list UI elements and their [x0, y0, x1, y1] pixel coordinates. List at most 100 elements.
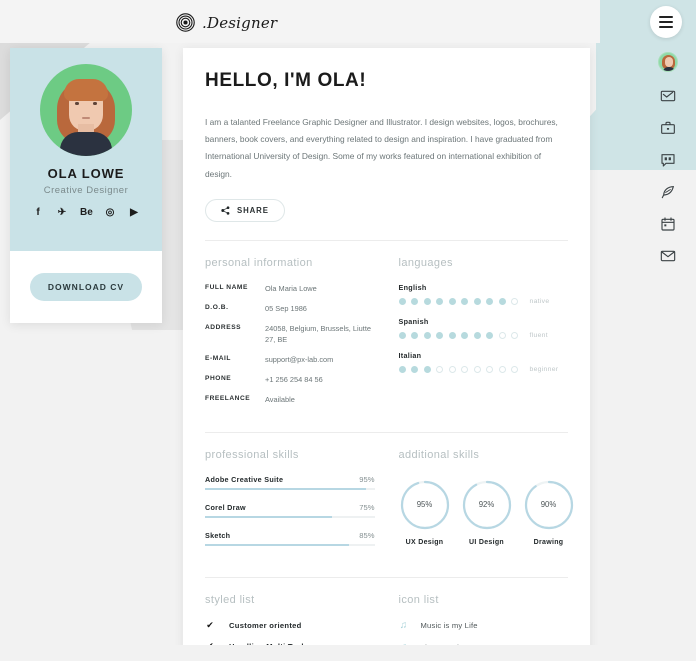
rating-dot	[511, 297, 518, 305]
profile-name: OLA LOWE	[47, 166, 125, 181]
rating-dot	[486, 331, 493, 339]
rating-dot	[423, 331, 431, 339]
avatar	[40, 64, 132, 156]
row-info-languages: personal information FULL NAME Ola Maria…	[205, 241, 568, 414]
envelope-check-icon[interactable]	[660, 88, 676, 104]
languages-section: languages English native Spanish fluent Ital…	[398, 256, 569, 414]
row-skills: professional skills Adobe Creative Suite…	[205, 433, 573, 559]
ring-label: UI Design	[469, 538, 504, 546]
social-links: f ✈ Be ◎ ▶	[10, 208, 162, 218]
list-item-label: Music is my Life	[420, 620, 478, 630]
ring-skill-item: 92% UI Design	[461, 479, 513, 546]
list-item: ♫ Music is my Life	[399, 620, 569, 631]
rating-dot	[498, 365, 506, 373]
profile-card-top: OLA LOWE Creative Designer f ✈ Be ◎ ▶	[10, 48, 162, 251]
ring-percent: 90%	[540, 500, 557, 510]
section-title-languages: languages	[398, 256, 453, 269]
info-row: FREELANCE Available	[205, 394, 375, 406]
language-level: beginner	[529, 365, 559, 373]
feather-pen-icon[interactable]	[660, 184, 676, 200]
language-name: Spanish	[398, 316, 429, 326]
section-title-icon-list: icon list	[398, 593, 439, 606]
skill-bar-track	[205, 543, 375, 546]
info-row: E-MAIL support@px-lab.com	[205, 354, 375, 366]
info-value: 05 Sep 1986	[265, 303, 307, 313]
section-title-personal-information: personal information	[205, 256, 313, 269]
language-name: English	[398, 282, 427, 292]
logo[interactable]: .Designer	[176, 13, 277, 32]
skill-name: Corel Draw	[205, 502, 246, 512]
site-header: .Designer	[0, 0, 696, 43]
skill-bar-fill	[205, 487, 367, 490]
skill-name: Sketch	[205, 530, 231, 540]
user-avatar-icon[interactable]	[658, 52, 678, 72]
info-label: D.O.B.	[205, 303, 229, 311]
personal-information-section: personal information FULL NAME Ola Maria…	[205, 257, 375, 414]
rating-dot	[423, 365, 431, 373]
facebook-icon[interactable]: f	[32, 208, 44, 218]
rating-dot	[511, 331, 518, 339]
section-title-professional-skills: professional skills	[205, 448, 299, 461]
skill-name: Adobe Creative Suite	[205, 474, 284, 484]
rating-dot	[411, 297, 418, 305]
music-note-icon: ♫	[399, 619, 408, 631]
section-title-additional-skills: additional skills	[398, 448, 480, 461]
page-bottom-strip	[0, 645, 696, 661]
info-label: E-MAIL	[205, 355, 232, 363]
youtube-icon[interactable]: ▶	[128, 208, 140, 218]
rating-dot	[498, 331, 506, 339]
ring-percent: 95%	[416, 500, 433, 510]
rating-dot	[436, 331, 443, 339]
ring-skill-item: 90% Drawing	[523, 479, 575, 546]
ring-percent: 92%	[478, 500, 495, 510]
progress-ring: 95%	[399, 479, 451, 531]
language-rating: beginner	[398, 365, 569, 373]
behance-icon[interactable]: Be	[80, 208, 93, 218]
rating-dot	[398, 365, 406, 373]
rating-dot	[498, 297, 506, 305]
main-content-sheet: HELLO, I'M OLA! I am a talanted Freelanc…	[183, 48, 590, 660]
info-label: PHONE	[205, 375, 232, 383]
rating-dot	[448, 331, 456, 339]
rating-dot	[423, 297, 431, 305]
skill-percent: 85%	[359, 530, 375, 540]
hamburger-menu-icon[interactable]	[650, 6, 682, 38]
language-item: Spanish fluent	[398, 316, 569, 339]
additional-skills-rings: 95% UX Design 92% UI Design 90% Drawing	[399, 475, 573, 546]
download-cv-button[interactable]: DOWNLOAD CV	[29, 273, 143, 301]
list-item: ✔ Customer oriented	[205, 620, 375, 631]
info-value: 24058, Belgium, Brussels, Liutte 27, BE	[265, 323, 371, 345]
ring-skill-item: 95% UX Design	[399, 479, 451, 546]
skill-item: Corel Draw 75%	[205, 503, 375, 518]
quote-bubble-icon[interactable]	[660, 152, 676, 168]
twitter-icon[interactable]: ✈	[56, 208, 68, 218]
rating-dot	[473, 365, 481, 373]
rating-dot	[461, 331, 468, 339]
page-title: HELLO, I'M OLA!	[205, 70, 367, 91]
language-level: fluent	[529, 331, 548, 339]
info-label: FULL NAME	[205, 283, 248, 291]
progress-ring: 90%	[523, 479, 575, 531]
envelope-icon[interactable]	[660, 248, 676, 264]
skill-bar-fill	[205, 543, 350, 546]
briefcase-icon[interactable]	[660, 120, 676, 136]
spiral-circle-logo-icon	[176, 13, 195, 32]
info-value: +1 256 254 84 56	[265, 375, 323, 385]
skill-item: Adobe Creative Suite 95%	[205, 475, 375, 490]
rating-dot	[486, 297, 493, 305]
profile-role: Creative Designer	[43, 185, 129, 196]
share-node-icon	[221, 206, 230, 215]
rating-dot	[436, 365, 443, 373]
language-name: Italian	[398, 350, 422, 360]
calendar-icon[interactable]	[660, 216, 676, 232]
rating-dot	[398, 297, 406, 305]
rating-dot	[461, 297, 468, 305]
rating-dot	[461, 365, 468, 373]
rating-dot	[398, 331, 406, 339]
info-row: ADDRESS 24058, Belgium, Brussels, Liutte…	[205, 323, 375, 347]
language-rating: native	[398, 297, 569, 305]
share-button[interactable]: SHARE	[205, 198, 285, 222]
rating-dot	[473, 297, 481, 305]
dribbble-icon[interactable]: ◎	[104, 208, 116, 218]
info-label: FREELANCE	[205, 394, 251, 402]
